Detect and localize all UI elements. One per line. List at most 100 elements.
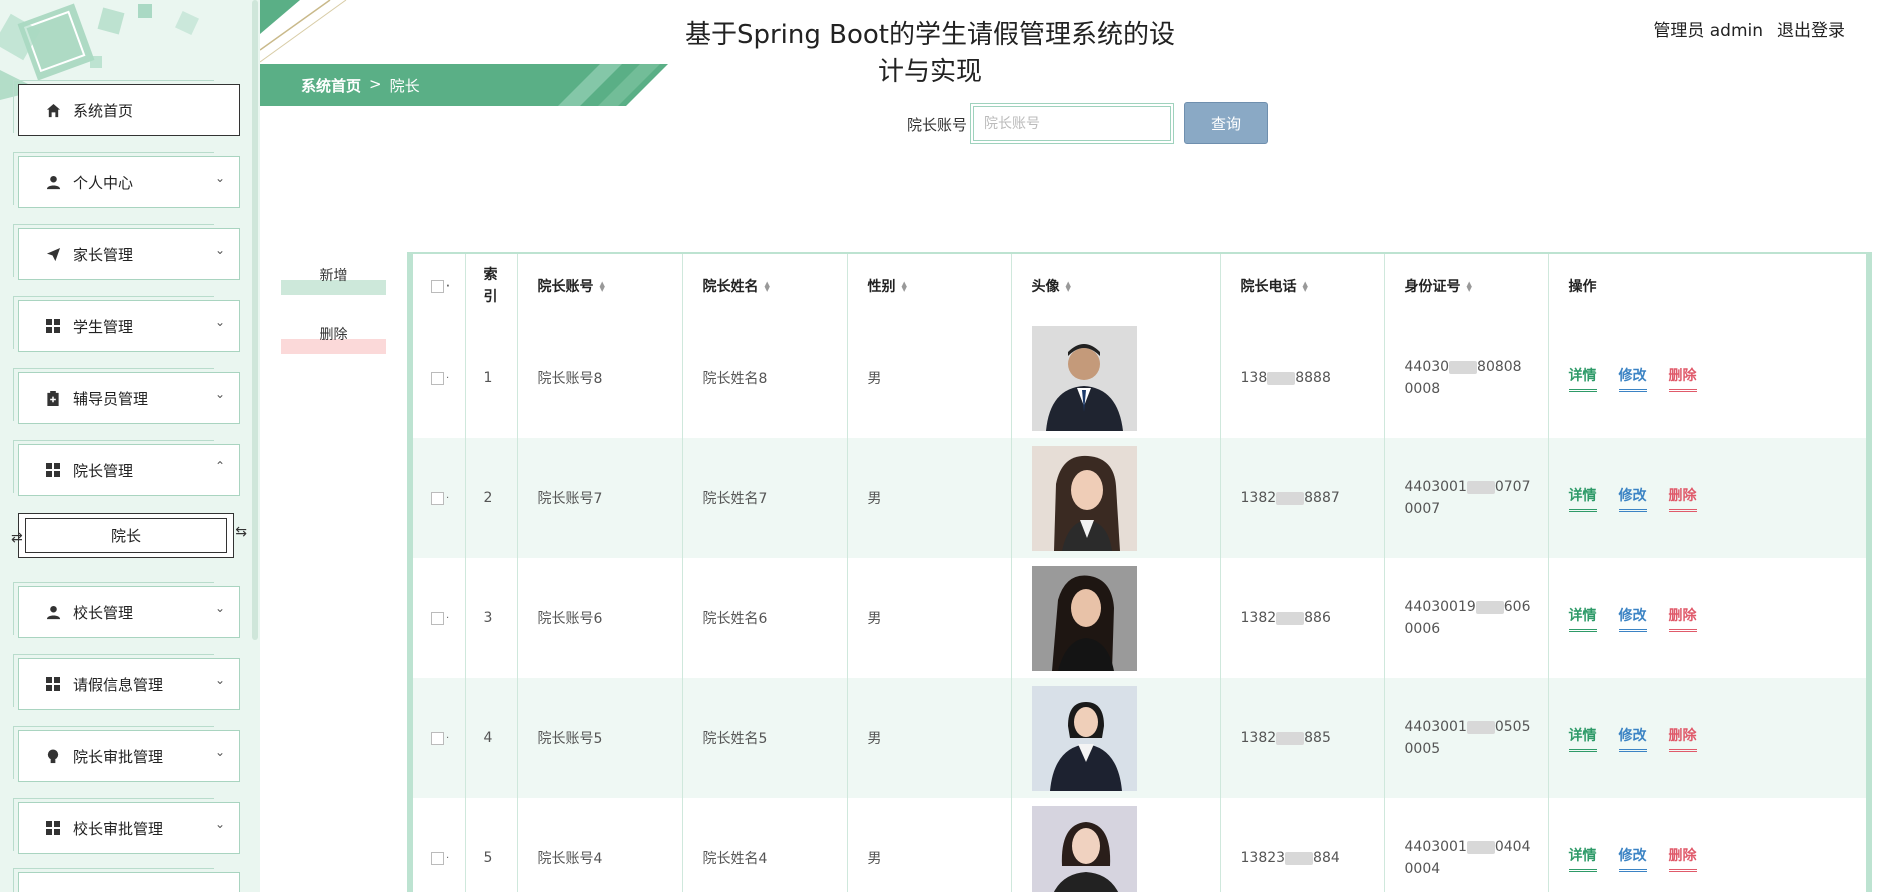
delete-button[interactable]: 删除 [281,319,386,354]
row-delete-button[interactable]: 删除 [1668,725,1697,752]
avatar[interactable] [1031,565,1137,671]
row-account: 院长账号7 [517,438,683,558]
row-gender: 男 [847,438,1012,558]
sidebar-item-dean-management[interactable]: 院长管理 ⌃ [13,440,240,496]
row-delete-button[interactable]: 删除 [1668,845,1697,872]
search-input[interactable] [973,106,1171,141]
row-checkbox[interactable] [431,851,444,865]
table-row: · 1 院长账号8 院长姓名8 男 138 8888 44030 80808 0008… [413,318,1866,438]
breadcrumb-home[interactable]: 系统首页 [301,75,361,96]
avatar[interactable] [1031,805,1137,892]
detail-button[interactable]: 详情 [1568,485,1597,512]
user-icon [45,174,61,190]
sidebar-item-home[interactable]: 系统首页 [13,80,240,136]
sidebar-item-leave-info-management[interactable]: 请假信息管理 ⌄ [13,654,240,710]
sort-icon[interactable]: ▲ ▼ [1066,281,1071,293]
detail-button[interactable]: 详情 [1568,605,1597,632]
sidebar-subitem-dean[interactable]: ⇄ 院长 ⇆ [11,513,247,558]
sidebar-scrollbar[interactable] [252,0,258,640]
search-button[interactable]: 查询 [1184,102,1268,144]
row-name: 院长姓名4 [682,798,848,892]
search-label: 院长账号 [907,116,968,134]
sidebar-item-principal-approval-management[interactable]: 校长审批管理 ⌄ [13,798,240,854]
sidebar-item-dean-approval-management[interactable]: 院长审批管理 ⌄ [13,726,240,782]
detail-button[interactable]: 详情 [1568,725,1597,752]
sidebar-item-principal-management[interactable]: 校长管理 ⌄ [13,582,240,638]
chevron-down-icon: ⌄ [214,601,225,615]
sidebar-item-label: 辅导员管理 [73,389,149,408]
row-select-cell: · [413,438,466,558]
row-phone: 13823 884 [1220,798,1385,892]
chevron-down-icon: ⌄ [214,387,225,401]
sidebar-item-label: 家长管理 [73,245,134,264]
row-phone: 138 8888 [1220,318,1385,438]
bulb-icon [45,748,61,764]
avatar[interactable] [1031,685,1137,791]
detail-button[interactable]: 详情 [1568,845,1597,872]
column-header-id-card[interactable]: 身份证号 ▲ ▼ [1384,254,1549,318]
sort-icon[interactable]: ▲ ▼ [600,281,605,293]
row-select-cell: · [413,318,466,438]
sidebar-item-counselor-management[interactable]: 辅导员管理 ⌄ [13,368,240,424]
edit-button[interactable]: 修改 [1618,485,1647,512]
sort-icon[interactable]: ▲ ▼ [902,281,907,293]
sidebar-item-parent-management[interactable]: 家长管理 ⌄ [13,224,240,280]
row-id-card: 4403001 0505 0005 [1384,678,1549,798]
row-checkbox[interactable] [431,611,444,625]
row-checkbox[interactable] [431,731,444,745]
edit-button[interactable]: 修改 [1618,365,1647,392]
row-checkbox[interactable] [431,371,444,385]
edit-button[interactable]: 修改 [1618,605,1647,632]
chevron-down-icon: ⌄ [214,673,225,687]
select-all-checkbox[interactable] [431,279,444,293]
sort-icon[interactable]: ▲ ▼ [765,281,770,293]
edit-button[interactable]: 修改 [1618,725,1647,752]
column-header-account[interactable]: 院长账号 ▲ ▼ [517,254,683,318]
sidebar-item-more[interactable] [13,868,240,892]
row-index: 3 [465,558,518,678]
masked-text [1276,731,1305,745]
column-header-phone[interactable]: 院长电话 ▲ ▼ [1220,254,1385,318]
table-header-row: · 索引 院长账号 ▲ ▼ 院长姓名 ▲ ▼ 性别 ▲ ▼ 头像 ▲ ▼ 院长电话 ▲ ▼ 身份证号… [413,254,1866,318]
avatar[interactable] [1031,445,1137,551]
sidebar-item-student-management[interactable]: 学生管理 ⌄ [13,296,240,352]
chevron-down-icon: ⌄ [214,315,225,329]
row-checkbox[interactable] [431,491,444,505]
row-delete-button[interactable]: 删除 [1668,605,1697,632]
logout-link[interactable]: 退出登录 [1777,16,1845,41]
sort-icon[interactable]: ▲ ▼ [1303,281,1308,293]
detail-button[interactable]: 详情 [1568,365,1597,392]
row-gender: 男 [847,798,1012,892]
row-delete-button[interactable]: 删除 [1668,485,1697,512]
add-button[interactable]: 新增 [281,260,386,295]
home-icon [45,102,61,118]
row-delete-button[interactable]: 删除 [1668,365,1697,392]
avatar[interactable] [1031,325,1137,431]
chevron-down-icon: ⌄ [214,745,225,759]
clipboard-icon [45,390,61,406]
row-select-cell: · [413,558,466,678]
sidebar-item-personal-center[interactable]: 个人中心 ⌄ [13,152,240,208]
row-name: 院长姓名8 [682,318,848,438]
edit-button[interactable]: 修改 [1618,845,1647,872]
row-phone: 1382 885 [1220,678,1385,798]
grid-icon [45,820,61,836]
row-account: 院长账号6 [517,558,683,678]
breadcrumb: 系统首页 > 院长 [260,64,668,106]
header-decoration [260,0,347,63]
delete-button-label: 删除 [319,327,348,343]
row-gender: 男 [847,318,1012,438]
search-input-wrapper [970,103,1174,144]
sort-icon[interactable]: ▲ ▼ [1467,281,1472,293]
row-gender: 男 [847,558,1012,678]
column-header-avatar[interactable]: 头像 ▲ ▼ [1011,254,1221,318]
row-avatar-cell [1011,678,1221,798]
row-id-card: 4403001 0707 0007 [1384,438,1549,558]
row-account: 院长账号4 [517,798,683,892]
sidebar-item-label: 请假信息管理 [73,675,164,694]
sidebar-item-label: 个人中心 [73,173,134,192]
sidebar-item-label: 学生管理 [73,317,134,336]
column-header-gender[interactable]: 性别 ▲ ▼ [847,254,1012,318]
row-phone: 1382 8887 [1220,438,1385,558]
column-header-name[interactable]: 院长姓名 ▲ ▼ [682,254,848,318]
